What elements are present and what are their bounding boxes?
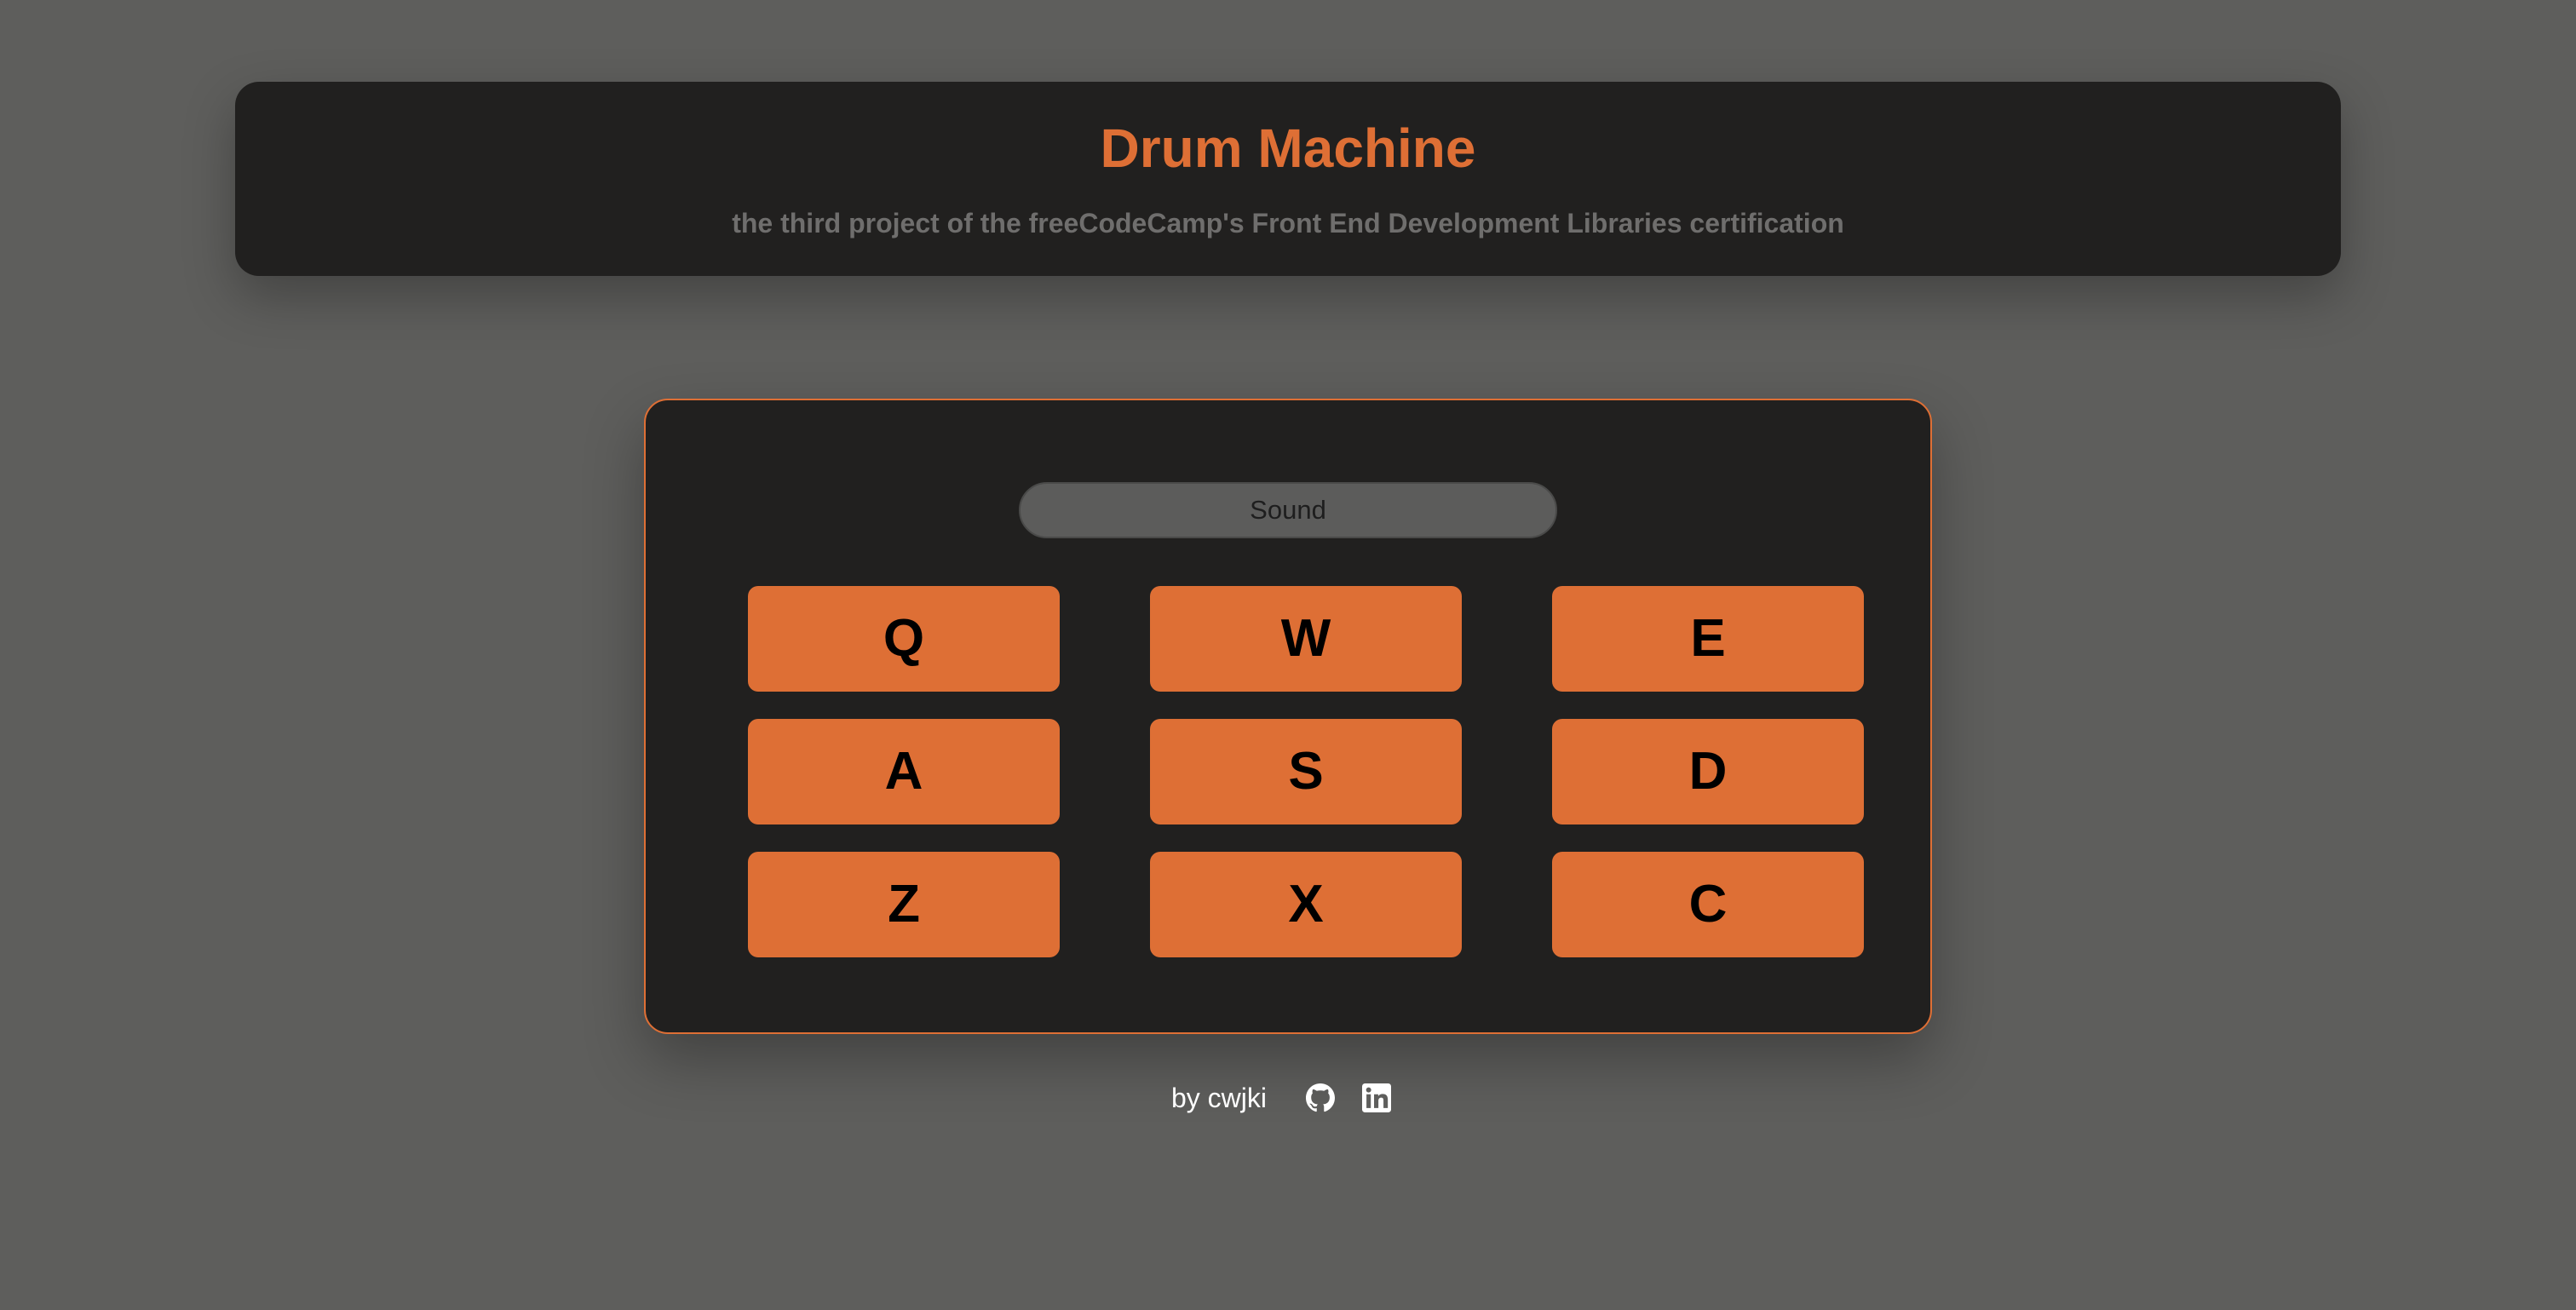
drum-pad-x[interactable]: X [1150, 852, 1462, 957]
drum-pad-e[interactable]: E [1552, 586, 1864, 692]
sound-display: Sound [1019, 482, 1557, 538]
author-byline: by cwjki [1170, 1082, 1267, 1113]
drum-machine: Sound Q W E A S D Z X C [644, 399, 1932, 1034]
github-icon[interactable] [1306, 1083, 1335, 1112]
drum-pad-d[interactable]: D [1552, 719, 1864, 824]
drum-pad-z[interactable]: Z [748, 852, 1060, 957]
drum-pad-a[interactable]: A [748, 719, 1060, 824]
drum-pad-s[interactable]: S [1150, 719, 1462, 824]
linkedin-icon[interactable] [1362, 1083, 1391, 1112]
drum-pad-w[interactable]: W [1150, 586, 1462, 692]
drum-pad-q[interactable]: Q [748, 586, 1060, 692]
drum-pad-c[interactable]: C [1552, 852, 1864, 957]
page-subtitle: the third project of the freeCodeCamp's … [732, 208, 1844, 238]
page-footer: by cwjki [0, 1078, 2576, 1118]
page-header: Drum Machine the third project of the fr… [235, 82, 2341, 276]
page-title: Drum Machine [1100, 118, 1476, 179]
